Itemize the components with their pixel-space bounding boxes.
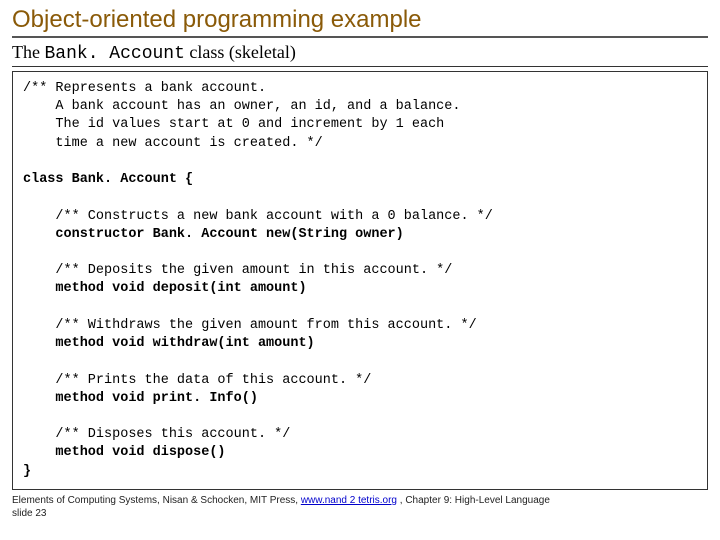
slide-number: slide 23 xyxy=(12,508,46,519)
dispose-signature: method void dispose() xyxy=(23,445,226,460)
doc-comment-line: A bank account has an owner, an id, and … xyxy=(23,99,460,114)
subtitle-classname: Bank. Account xyxy=(44,44,184,64)
constructor-signature: constructor Bank. Account new(String own… xyxy=(23,227,404,242)
footer-text-after: , Chapter 9: High-Level Language xyxy=(397,495,550,506)
slide-title: Object-oriented programming example xyxy=(12,6,708,38)
dispose-doc: /** Disposes this account. */ xyxy=(23,427,290,442)
footer-link[interactable]: www.nand 2 tetris.org xyxy=(301,495,397,506)
slide-subtitle: The Bank. Account class (skeletal) xyxy=(12,42,708,67)
doc-comment-line: time a new account is created. */ xyxy=(23,136,323,151)
slide-footer: Elements of Computing Systems, Nisan & S… xyxy=(12,494,708,520)
constructor-doc: /** Constructs a new bank account with a… xyxy=(23,209,493,224)
withdraw-signature: method void withdraw(int amount) xyxy=(23,336,315,351)
doc-comment-line: The id values start at 0 and increment b… xyxy=(23,117,444,132)
footer-text-before: Elements of Computing Systems, Nisan & S… xyxy=(12,495,301,506)
deposit-signature: method void deposit(int amount) xyxy=(23,281,307,296)
printinfo-signature: method void print. Info() xyxy=(23,391,258,406)
subtitle-prefix: The xyxy=(12,42,44,62)
class-declaration: class Bank. Account { xyxy=(23,172,193,187)
subtitle-suffix: class (skeletal) xyxy=(185,42,296,62)
class-close: } xyxy=(23,464,31,479)
withdraw-doc: /** Withdraws the given amount from this… xyxy=(23,318,477,333)
deposit-doc: /** Deposits the given amount in this ac… xyxy=(23,263,452,278)
code-block: /** Represents a bank account. A bank ac… xyxy=(12,71,708,490)
doc-comment-line: /** Represents a bank account. xyxy=(23,81,266,96)
printinfo-doc: /** Prints the data of this account. */ xyxy=(23,373,371,388)
